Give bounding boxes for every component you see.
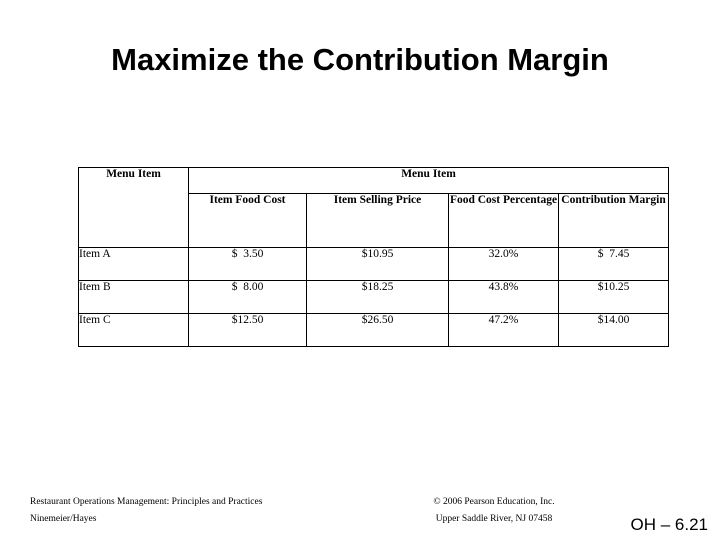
cell-item-label: Item B	[78, 280, 189, 314]
cell-item-selling-price: $26.50	[306, 313, 449, 347]
footer-copyright-line: © 2006 Pearson Education, Inc.	[433, 497, 555, 507]
cell-food-cost-percentage: 43.8%	[448, 280, 559, 314]
cell-contribution-margin: $14.00	[558, 313, 669, 347]
cell-contribution-margin: $10.25	[558, 280, 669, 314]
cell-item-selling-price: $18.25	[306, 280, 449, 314]
cell-food-cost-percentage: 32.0%	[448, 247, 559, 281]
cell-item-label: Item C	[78, 313, 189, 347]
column-header-contribution-margin: Contribution Margin	[558, 193, 669, 248]
table-row: Item B $ 8.00 $18.25 43.8% $10.25	[78, 280, 669, 314]
table-row: Item A $ 3.50 $10.95 32.0% $ 7.45	[78, 247, 669, 281]
menu-item-table: Menu Item Menu Item Item Food Cost Item …	[78, 167, 669, 347]
page-title: Maximize the Contribution Margin	[111, 42, 609, 77]
footer-source: Restaurant Operations Management: Princi…	[30, 494, 262, 528]
menu-item-table-container: Menu Item Menu Item Item Food Cost Item …	[78, 167, 669, 347]
footer-authors: Ninemeier/Hayes	[30, 514, 97, 524]
table-header-stub: Menu Item	[78, 167, 189, 248]
table-row: Item C $12.50 $26.50 47.2% $14.00	[78, 313, 669, 347]
cell-item-selling-price: $10.95	[306, 247, 449, 281]
table-header-row-group: Menu Item Menu Item	[78, 167, 669, 248]
slide-number: OH – 6.21	[630, 515, 709, 534]
cell-contribution-margin: $ 7.45	[558, 247, 669, 281]
table-header-group: Menu Item	[188, 167, 669, 194]
cell-item-food-cost: $ 8.00	[188, 280, 307, 314]
column-header-food-cost-percentage: Food Cost Percentage	[448, 193, 559, 248]
cell-item-food-cost: $12.50	[188, 313, 307, 347]
column-header-item-selling-price: Item Selling Price	[306, 193, 449, 248]
footer-book-title: Restaurant Operations Management: Princi…	[30, 497, 263, 507]
cell-item-food-cost: $ 3.50	[188, 247, 307, 281]
column-header-item-food-cost: Item Food Cost	[188, 193, 307, 248]
cell-food-cost-percentage: 47.2%	[448, 313, 559, 347]
cell-item-label: Item A	[78, 247, 189, 281]
